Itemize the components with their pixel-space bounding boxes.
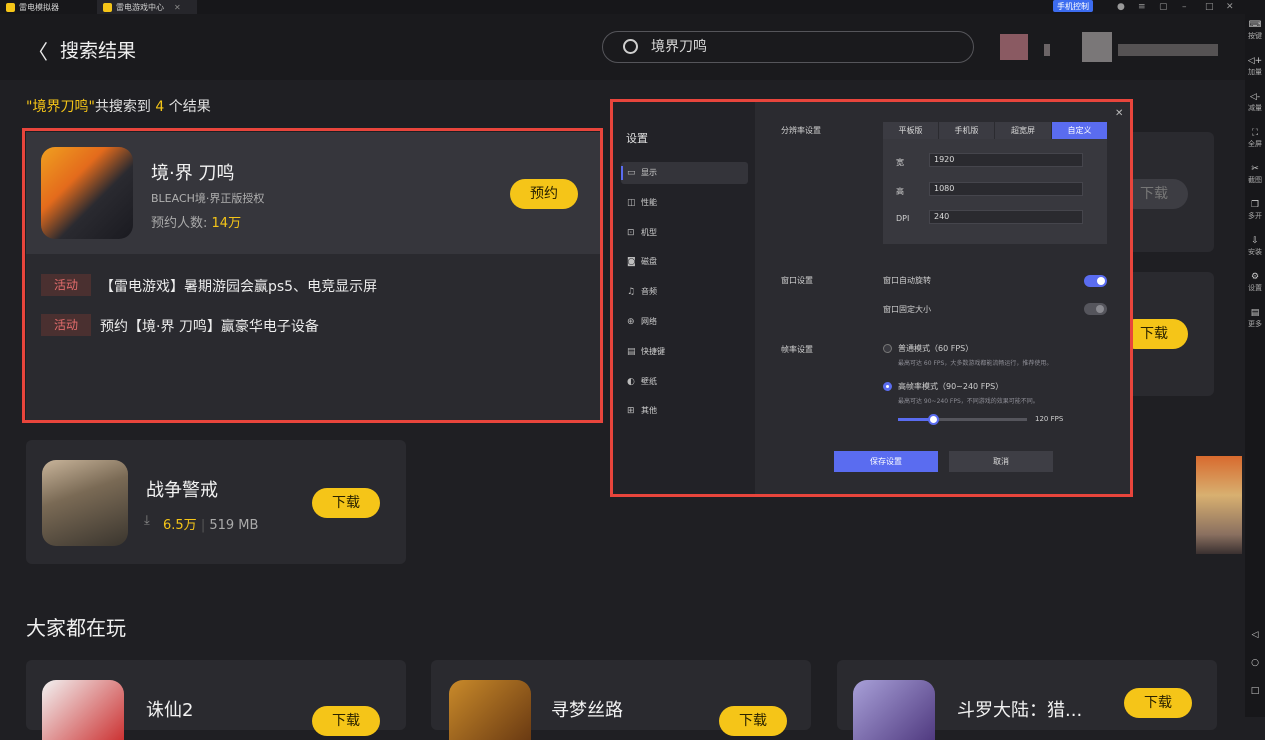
phone-control-button[interactable]: 手机控制 — [1053, 0, 1093, 12]
popular-card[interactable]: 寻梦丝路 下载 — [431, 660, 811, 740]
game-name[interactable]: 战争警戒 — [146, 476, 218, 502]
close-tab-icon[interactable]: ✕ — [174, 3, 181, 12]
game-icon-douluo[interactable] — [853, 680, 935, 740]
toolbar-more[interactable]: ▤ 更多 — [1245, 308, 1265, 329]
volume-up-icon: ◁+ — [1247, 56, 1263, 66]
phone-control-label: 手机控制 — [1057, 1, 1089, 11]
game-name[interactable]: 寻梦丝路 — [551, 696, 623, 722]
menu-icon[interactable]: ≡ — [1138, 0, 1146, 14]
android-recents-button[interactable]: □ — [1245, 686, 1265, 697]
download-count: 6.5万 | 519 MB — [163, 514, 258, 533]
square-recents-icon: □ — [1250, 686, 1260, 696]
search-icon — [623, 39, 638, 54]
minimize-icon[interactable]: – — [1182, 0, 1187, 14]
search-input[interactable] — [651, 38, 951, 54]
window-restore-icon[interactable]: ▢ — [1159, 0, 1168, 14]
avatar[interactable] — [1000, 34, 1028, 60]
android-back-button[interactable]: ◁ — [1245, 630, 1265, 641]
emulator-toolbar: ⌨ 按键 ◁+ 加量 ◁- 减量 ⛶ 全屏 ✂ 截图 ❐ 多开 ⇩ 安装 ⚙ 设置 ▤ 更多 ◁ … — [1245, 0, 1265, 717]
app-logo-icon — [6, 2, 15, 12]
back-arrow-icon[interactable]: 〈 — [28, 36, 48, 65]
fullscreen-icon: ⛶ — [1251, 128, 1259, 138]
download-button[interactable]: 下载 — [1124, 688, 1192, 718]
more-icon: ▤ — [1250, 308, 1260, 318]
download-value: 6.5万 — [163, 518, 197, 533]
section-title: 大家都在玩 — [26, 616, 126, 640]
result-count: 4 — [155, 99, 165, 115]
result-suffix: 个结果 — [168, 99, 211, 115]
file-size: 519 MB — [209, 518, 259, 533]
toolbar-volume-up[interactable]: ◁+ 加量 — [1245, 56, 1265, 77]
tab-label: 雷电模拟器 — [19, 2, 59, 12]
maximize-icon[interactable]: □ — [1205, 0, 1214, 14]
result-summary: "境界刀鸣"共搜索到 4 个结果 — [26, 96, 211, 116]
android-home-button[interactable]: ○ — [1245, 658, 1265, 669]
download-button[interactable]: 下载 — [312, 706, 380, 736]
circle-home-icon: ○ — [1251, 658, 1259, 668]
user-icon[interactable]: ● — [1117, 0, 1125, 14]
multi-instance-icon: ❐ — [1250, 200, 1260, 210]
toolbar-keymap[interactable]: ⌨ 按键 — [1245, 20, 1265, 41]
download-count-icon: ⤓ — [144, 513, 150, 528]
highlight-box-card — [22, 128, 603, 423]
scissors-icon: ✂ — [1251, 164, 1259, 174]
install-icon: ⇩ — [1251, 236, 1259, 246]
game-icon-zhuxian[interactable] — [42, 680, 124, 740]
tab-game-center[interactable]: 雷电游戏中心 ✕ — [97, 0, 197, 14]
game-name[interactable]: 诛仙2 — [146, 696, 193, 722]
result-card-war[interactable]: 战争警戒 ⤓ 6.5万 | 519 MB 下载 — [26, 440, 406, 564]
floating-widget-blurred[interactable] — [1196, 456, 1242, 554]
toolbar-settings[interactable]: ⚙ 设置 — [1245, 272, 1265, 293]
gear-icon: ⚙ — [1250, 272, 1260, 282]
game-center-icon — [103, 2, 112, 12]
download-button[interactable]: 下载 — [719, 706, 787, 736]
username-blurred — [1118, 44, 1218, 56]
tab-emulator[interactable]: 雷电模拟器 — [0, 0, 95, 14]
game-icon-xunmeng[interactable] — [449, 680, 531, 740]
game-name[interactable]: 斗罗大陆：猎... — [957, 696, 1082, 722]
tab-label: 雷电游戏中心 — [116, 2, 164, 12]
toolbar-multi[interactable]: ❐ 多开 — [1245, 200, 1265, 221]
game-icon-soldier[interactable] — [42, 460, 128, 546]
page-header: 〈 搜索结果 — [0, 14, 1245, 80]
stat-divider: | — [200, 518, 206, 533]
highlight-box-settings — [610, 99, 1133, 497]
toolbar-fullscreen[interactable]: ⛶ 全屏 — [1245, 128, 1265, 149]
result-query: "境界刀鸣" — [26, 99, 95, 115]
search-box[interactable] — [602, 31, 974, 63]
user-avatar[interactable] — [1082, 32, 1112, 62]
popular-card[interactable]: 斗罗大陆：猎... 下载 — [837, 660, 1217, 740]
toolbar-volume-down[interactable]: ◁- 减量 — [1245, 92, 1265, 113]
page-title: 搜索结果 — [60, 40, 137, 62]
toolbar-screenshot[interactable]: ✂ 截图 — [1245, 164, 1265, 185]
popular-card[interactable]: 诛仙2 下载 — [26, 660, 406, 740]
title-bar: 雷电模拟器 雷电游戏中心 ✕ 手机控制 ● ≡ ▢ – □ ✕ — [0, 0, 1245, 14]
result-middle: 共搜索到 — [94, 99, 151, 115]
toolbar-install[interactable]: ⇩ 安装 — [1245, 236, 1265, 257]
keyboard-icon: ⌨ — [1248, 20, 1262, 30]
triangle-back-icon: ◁ — [1251, 630, 1259, 640]
close-window-icon[interactable]: ✕ — [1226, 0, 1234, 14]
volume-down-icon: ◁- — [1249, 92, 1261, 102]
download-button[interactable]: 下载 — [312, 488, 380, 518]
blurred-divider — [1044, 44, 1050, 56]
